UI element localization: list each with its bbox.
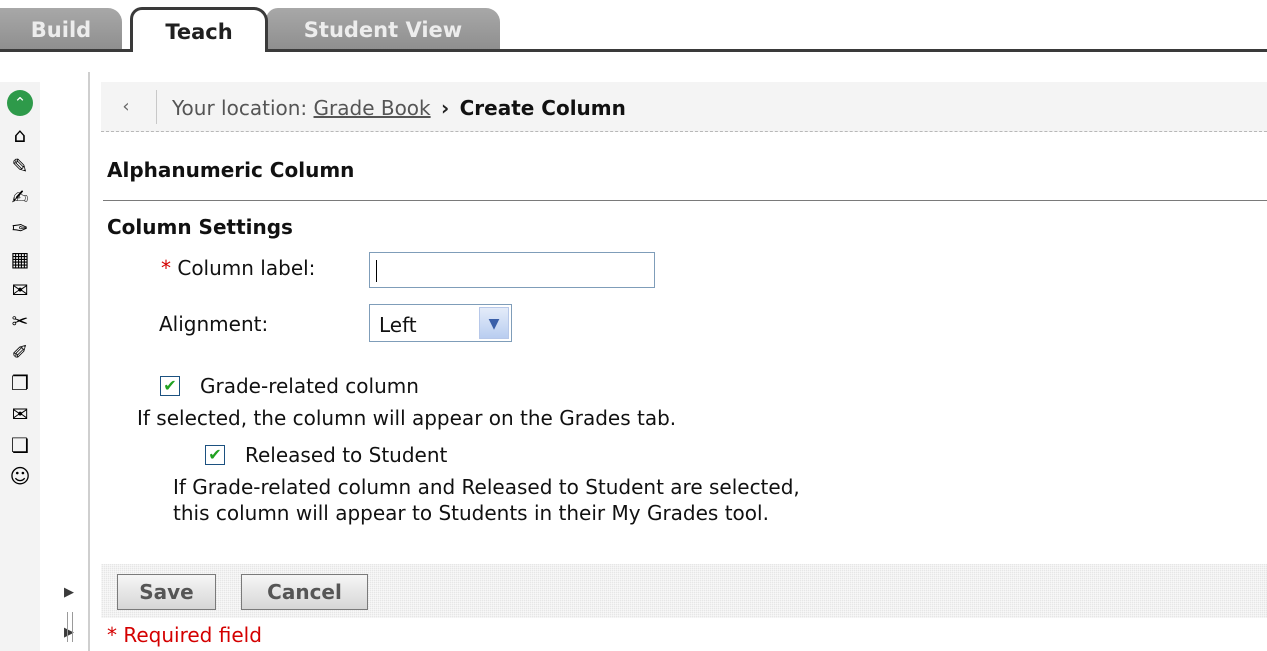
expand-right-icon[interactable]: ▶	[64, 585, 76, 601]
checkmark-icon: ✔	[208, 445, 222, 464]
alignment-select[interactable]: Left ▼	[369, 304, 512, 342]
tab-bar: Build Student View Teach	[0, 0, 1267, 52]
column-label-label: * Column label:	[161, 256, 315, 280]
mail-icon[interactable]: ✉	[6, 400, 34, 428]
breadcrumb-bar: ‹ Your location: Grade Book › Create Col…	[101, 82, 1267, 132]
chevron-down-icon[interactable]: ▼	[479, 307, 509, 339]
action-bar: Save Cancel	[101, 564, 1267, 618]
cancel-button[interactable]: Cancel	[241, 574, 368, 610]
page-title: Alphanumeric Column	[107, 158, 355, 182]
breadcrumb: Your location: Grade Book › Create Colum…	[172, 96, 626, 120]
resize-grip[interactable]	[67, 612, 73, 642]
alignment-label: Alignment:	[159, 312, 269, 336]
grade-related-help: If selected, the column will appear on t…	[137, 406, 677, 430]
section-title: Column Settings	[107, 215, 293, 239]
tool-rail: ⌃ ⌂ ✎ ✍ ✑ ▦ ✉ ✂ ✐ ❐ ✉ ❏ ☺	[0, 82, 40, 651]
home-icon[interactable]: ⌂	[6, 121, 34, 149]
announcements-icon[interactable]: ✎	[6, 152, 34, 180]
breadcrumb-current: Create Column	[459, 96, 626, 120]
discussions-icon[interactable]: ✉	[6, 276, 34, 304]
save-button[interactable]: Save	[117, 574, 216, 610]
grades-icon[interactable]: ✐	[6, 338, 34, 366]
rail-divider	[88, 72, 90, 651]
title-divider	[103, 200, 1267, 201]
released-help-line-2: this column will appear to Students in t…	[173, 501, 769, 525]
pin-icon[interactable]: ✂	[6, 307, 34, 335]
alignment-selected-value: Left	[379, 313, 417, 337]
files-icon[interactable]: ❏	[6, 431, 34, 459]
breadcrumb-separator	[156, 90, 157, 124]
breadcrumb-link-grade-book[interactable]: Grade Book	[314, 96, 431, 120]
column-label-text: Column label:	[177, 256, 316, 280]
column-label-input[interactable]	[369, 252, 655, 288]
tab-build[interactable]: Build	[0, 8, 122, 51]
released-help-line-1: If Grade-related column and Released to …	[173, 475, 800, 499]
text-caret	[376, 259, 377, 282]
documents-icon[interactable]: ❐	[6, 369, 34, 397]
tab-student-view[interactable]: Student View	[266, 8, 500, 51]
grade-related-checkbox[interactable]: ✔	[160, 376, 180, 396]
breadcrumb-arrow: ›	[440, 96, 450, 120]
required-star: *	[161, 256, 171, 280]
collapse-up-icon[interactable]: ⌃	[7, 90, 33, 116]
released-to-student-label: Released to Student	[245, 443, 448, 467]
tab-teach[interactable]: Teach	[130, 7, 268, 52]
breadcrumb-prefix: Your location:	[172, 96, 314, 120]
main-content: ‹ Your location: Grade Book › Create Col…	[101, 72, 1267, 651]
roster-icon[interactable]: ☺	[6, 462, 34, 490]
checkmark-icon: ✔	[163, 376, 177, 395]
assessments-icon[interactable]: ✍	[6, 183, 34, 211]
released-to-student-checkbox[interactable]: ✔	[205, 445, 225, 465]
required-field-note: * Required field	[107, 623, 262, 647]
grade-related-label: Grade-related column	[200, 374, 419, 398]
calendar-icon[interactable]: ▦	[6, 245, 34, 273]
assignments-icon[interactable]: ✑	[6, 214, 34, 242]
back-arrow-icon[interactable]: ‹	[111, 92, 141, 122]
